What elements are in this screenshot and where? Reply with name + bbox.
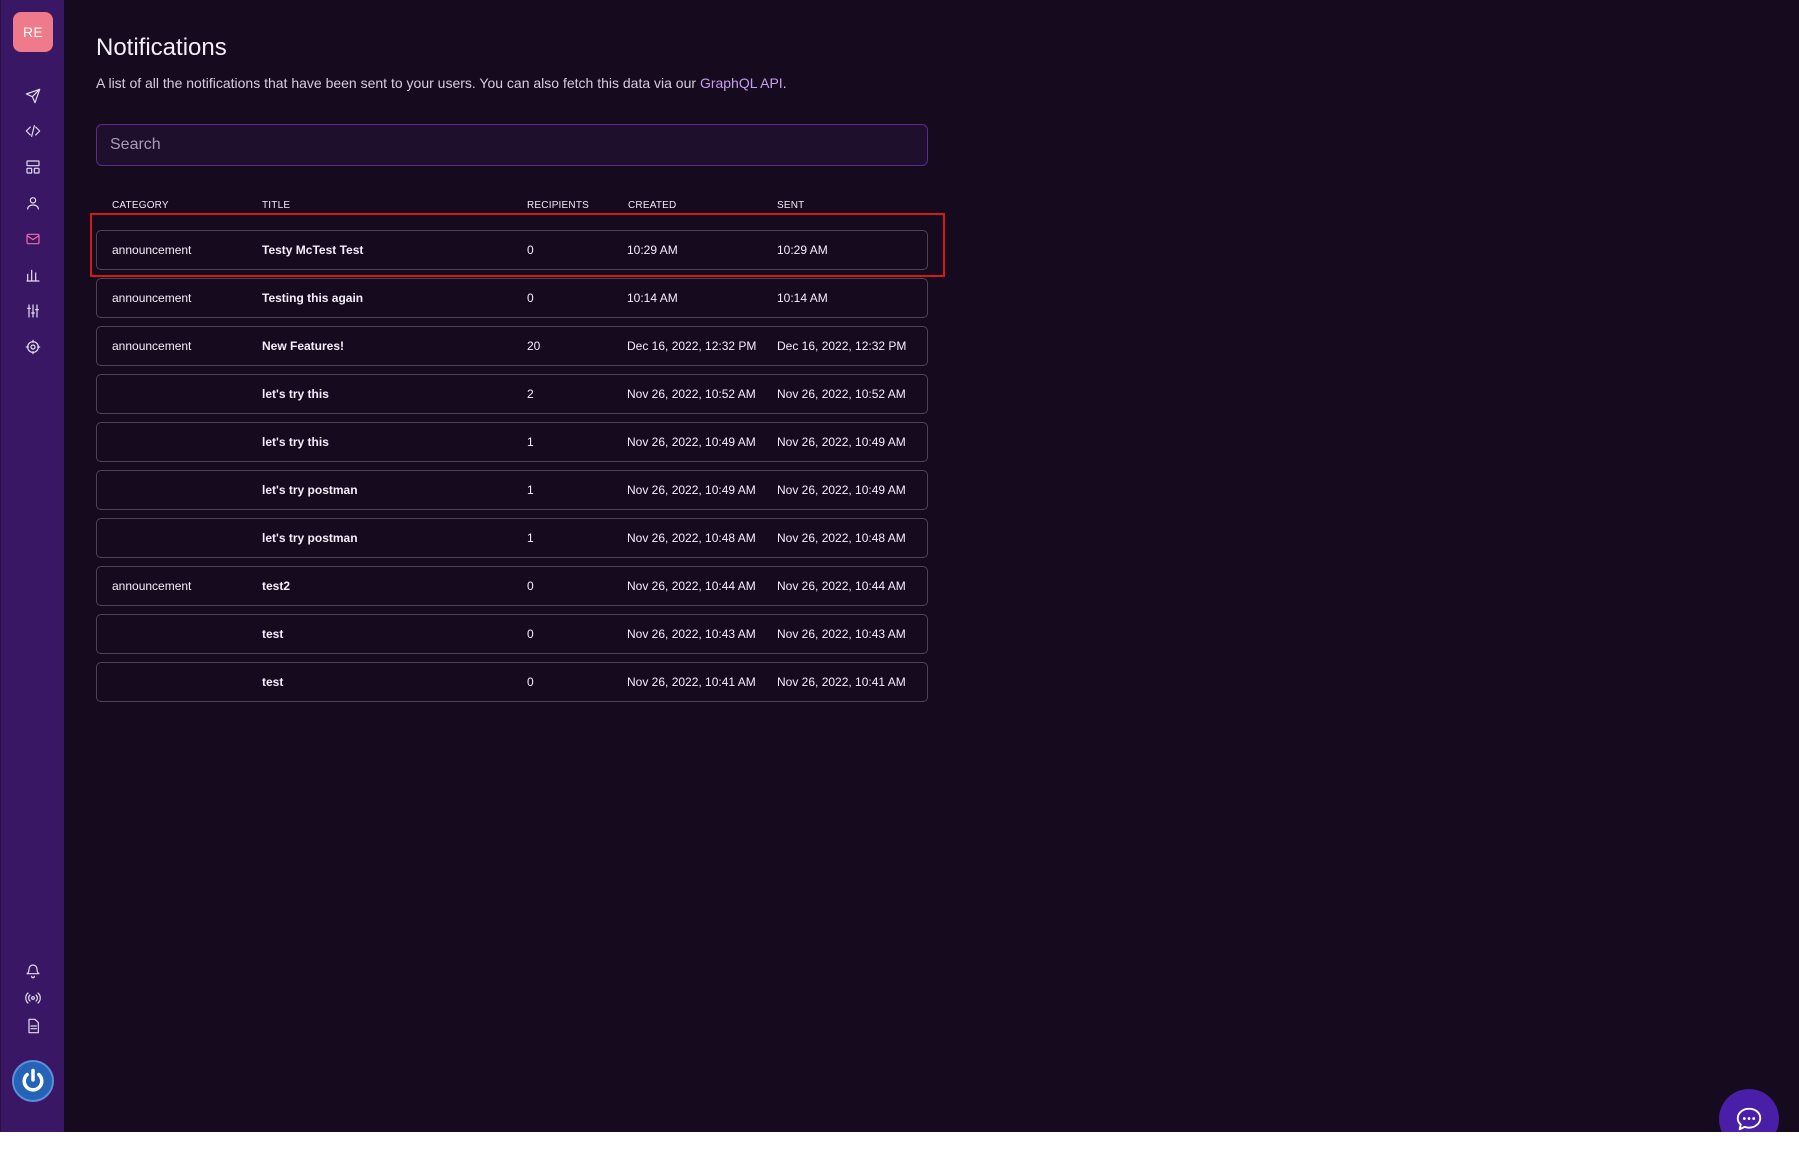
cell-sent: Nov 26, 2022, 10:41 AM	[777, 675, 906, 689]
cell-sent: Nov 26, 2022, 10:52 AM	[777, 387, 906, 401]
cell-sent: Nov 26, 2022, 10:49 AM	[777, 483, 906, 497]
header-recipients[interactable]: RECIPIENTS	[527, 200, 589, 211]
cell-created: Nov 26, 2022, 10:41 AM	[627, 675, 756, 689]
chat-button[interactable]	[1719, 1089, 1779, 1132]
cell-category: announcement	[112, 579, 192, 593]
bell-icon[interactable]	[23, 961, 43, 981]
table-row[interactable]: announcement New Features! 20 Dec 16, 20…	[96, 326, 928, 366]
cell-created: 10:14 AM	[627, 291, 678, 305]
table-row[interactable]: let's try postman 1 Nov 26, 2022, 10:49 …	[96, 470, 928, 510]
cell-recipients: 0	[527, 579, 534, 593]
cell-title: let's try postman	[262, 531, 358, 545]
cell-recipients: 20	[527, 339, 541, 353]
header-created[interactable]: CREATED	[628, 200, 676, 211]
cell-created: Nov 26, 2022, 10:44 AM	[627, 579, 756, 593]
settings-icon[interactable]	[23, 337, 43, 357]
description-text: A list of all the notifications that hav…	[96, 75, 700, 91]
cell-created: Nov 26, 2022, 10:43 AM	[627, 627, 756, 641]
header-title[interactable]: TITLE	[262, 200, 290, 211]
bar-chart-icon[interactable]	[23, 265, 43, 285]
sliders-icon[interactable]	[23, 301, 43, 321]
user-icon[interactable]	[23, 193, 43, 213]
page-description: A list of all the notifications that hav…	[96, 75, 787, 91]
power-logo-icon	[22, 1068, 44, 1092]
sidebar: RE	[0, 0, 64, 1132]
cell-title: let's try postman	[262, 483, 358, 497]
cell-title: test	[262, 627, 284, 641]
table-row[interactable]: let's try this 2 Nov 26, 2022, 10:52 AM …	[96, 374, 928, 414]
table-row[interactable]: announcement test2 0 Nov 26, 2022, 10:44…	[96, 566, 928, 606]
document-icon[interactable]	[23, 1016, 43, 1036]
table-row[interactable]: test 0 Nov 26, 2022, 10:41 AM Nov 26, 20…	[96, 662, 928, 702]
table-row[interactable]: announcement Testing this again 0 10:14 …	[96, 278, 928, 318]
cell-created: Dec 16, 2022, 12:32 PM	[627, 339, 757, 353]
cell-sent: 10:14 AM	[777, 291, 828, 305]
cell-recipients: 2	[527, 387, 534, 401]
cell-recipients: 0	[527, 675, 534, 689]
cell-title: Testing this again	[262, 291, 364, 305]
mail-icon[interactable]	[23, 229, 43, 249]
cell-title: let's try this	[262, 387, 329, 401]
cell-category: announcement	[112, 291, 192, 305]
cell-title: test	[262, 675, 284, 689]
cell-recipients: 0	[527, 291, 534, 305]
code-icon[interactable]	[23, 121, 43, 141]
table-row[interactable]: test 0 Nov 26, 2022, 10:43 AM Nov 26, 20…	[96, 614, 928, 654]
layout-icon[interactable]	[23, 157, 43, 177]
header-sent[interactable]: SENT	[777, 200, 804, 211]
cell-sent: Nov 26, 2022, 10:49 AM	[777, 435, 906, 449]
header-category[interactable]: CATEGORY	[112, 200, 169, 211]
cell-sent: Nov 26, 2022, 10:48 AM	[777, 531, 906, 545]
cell-created: Nov 26, 2022, 10:52 AM	[627, 387, 756, 401]
broadcast-icon[interactable]	[23, 988, 43, 1008]
cell-title: let's try this	[262, 435, 329, 449]
table-header: CATEGORY TITLE RECIPIENTS CREATED SENT	[96, 200, 928, 214]
graphql-api-link[interactable]: GraphQL API	[700, 75, 783, 91]
search-input[interactable]	[96, 124, 928, 166]
cell-category: announcement	[112, 339, 192, 353]
org-badge[interactable]: RE	[13, 12, 53, 52]
table-row[interactable]: let's try postman 1 Nov 26, 2022, 10:48 …	[96, 518, 928, 558]
cell-recipients: 1	[527, 531, 534, 545]
cell-sent: Nov 26, 2022, 10:44 AM	[777, 579, 906, 593]
cell-recipients: 1	[527, 483, 534, 497]
cell-created: Nov 26, 2022, 10:48 AM	[627, 531, 756, 545]
send-icon[interactable]	[23, 86, 43, 106]
cell-created: Nov 26, 2022, 10:49 AM	[627, 435, 756, 449]
avatar[interactable]	[12, 1060, 54, 1102]
cell-recipients: 1	[527, 435, 534, 449]
cell-title: New Features!	[262, 339, 345, 353]
chat-bubble-icon	[1736, 1107, 1762, 1131]
app-window: RE Notifications A list of all the notif…	[0, 0, 1799, 1132]
description-end: .	[782, 75, 787, 91]
table-row[interactable]: let's try this 1 Nov 26, 2022, 10:49 AM …	[96, 422, 928, 462]
cell-recipients: 0	[527, 627, 534, 641]
cell-title: test2	[262, 579, 291, 593]
cell-created: Nov 26, 2022, 10:49 AM	[627, 483, 756, 497]
cell-sent: Nov 26, 2022, 10:43 AM	[777, 627, 906, 641]
cell-sent: Dec 16, 2022, 12:32 PM	[777, 339, 907, 353]
highlight-box	[90, 213, 945, 277]
page-title: Notifications	[96, 34, 227, 61]
